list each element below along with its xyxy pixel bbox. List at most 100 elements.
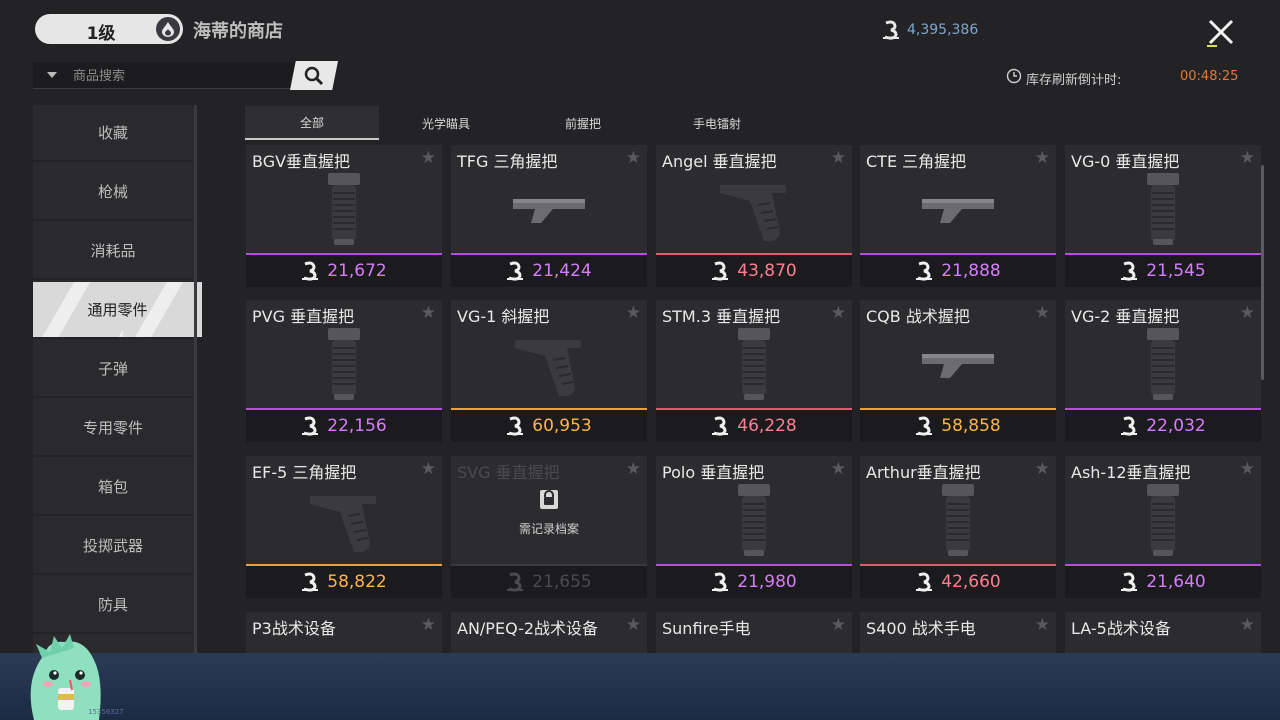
favorite-star-icon[interactable]: ★: [1035, 615, 1050, 635]
shop-item-card[interactable]: P3战术设备 ★: [246, 612, 442, 658]
currency-icon: [507, 416, 524, 436]
favorite-star-icon[interactable]: ★: [626, 148, 641, 168]
favorite-star-icon[interactable]: ★: [831, 615, 846, 635]
favorite-star-icon[interactable]: ★: [831, 148, 846, 168]
item-name: BGV垂直握把: [252, 152, 351, 171]
sidebar-item[interactable]: 收藏: [33, 105, 193, 162]
grid-scrollbar[interactable]: [1261, 165, 1264, 380]
sidebar-item-label: 通用零件: [87, 301, 148, 319]
shop-item-card[interactable]: TFG 三角握把 ★ 21,424: [451, 145, 647, 287]
favorite-star-icon[interactable]: ★: [1035, 459, 1050, 479]
favorite-star-icon[interactable]: ★: [626, 459, 641, 479]
item-name: AN/PEQ-2战术设备: [457, 619, 599, 638]
favorite-star-icon[interactable]: ★: [421, 303, 436, 323]
shop-item-card[interactable]: Ash-12垂直握把 ★ 21,640: [1065, 456, 1261, 598]
favorite-star-icon[interactable]: ★: [831, 303, 846, 323]
shop-item-card[interactable]: S400 战术手电 ★: [860, 612, 1056, 658]
filter-dropdown-icon[interactable]: [47, 72, 57, 78]
item-price: 58,858: [941, 416, 1001, 436]
favorite-star-icon[interactable]: ★: [1035, 303, 1050, 323]
item-name: EF-5 三角握把: [252, 463, 357, 482]
favorite-star-icon[interactable]: ★: [421, 148, 436, 168]
item-name: Arthur垂直握把: [866, 463, 981, 482]
item-price: 43,870: [737, 261, 797, 281]
sidebar-item[interactable]: 枪械: [33, 164, 193, 221]
search-icon: [304, 66, 324, 85]
sidebar-item[interactable]: 箱包: [33, 459, 193, 516]
shop-item-card[interactable]: STM.3 垂直握把 ★ 46,228: [656, 300, 852, 442]
favorite-star-icon[interactable]: ★: [421, 615, 436, 635]
favorite-star-icon[interactable]: ★: [1240, 148, 1255, 168]
favorite-star-icon[interactable]: ★: [831, 459, 846, 479]
sidebar-item[interactable]: 专用零件: [33, 400, 193, 457]
close-icon: [1207, 19, 1234, 47]
item-name: LA-5战术设备: [1071, 619, 1171, 638]
item-price: 21,424: [532, 261, 592, 281]
tab[interactable]: 全部: [245, 106, 379, 140]
favorite-star-icon[interactable]: ★: [626, 303, 641, 323]
price-box: 21,980: [656, 566, 852, 598]
shop-item-card[interactable]: VG-0 垂直握把 ★ 21,545: [1065, 145, 1261, 287]
sidebar-item[interactable]: 子弹: [33, 341, 193, 398]
locked-overlay: 需记录档案: [451, 486, 647, 537]
favorite-star-icon[interactable]: ★: [1035, 148, 1050, 168]
item-price: 58,822: [327, 572, 387, 592]
shop-item-card[interactable]: VG-1 斜握把 ★ 60,953: [451, 300, 647, 442]
clock-icon: [1006, 68, 1022, 88]
tab[interactable]: 手电镭射: [650, 106, 784, 140]
search-button[interactable]: [290, 61, 338, 90]
item-name: Ash-12垂直握把: [1071, 463, 1191, 482]
currency-icon: [507, 261, 524, 281]
shop-item-card[interactable]: SVG 垂直握把 ★ 需记录档案 21,655: [451, 456, 647, 598]
price-box: 43,870: [656, 255, 852, 287]
price-box: 21,655: [451, 566, 647, 598]
tab[interactable]: 光学瞄具: [379, 106, 513, 140]
item-price: 21,672: [327, 261, 387, 281]
shop-item-card[interactable]: Polo 垂直握把 ★ 21,980: [656, 456, 852, 598]
item-price: 22,032: [1146, 416, 1206, 436]
price-box: 42,660: [860, 566, 1056, 598]
shop-item-card[interactable]: AN/PEQ-2战术设备 ★: [451, 612, 647, 658]
shop-item-card[interactable]: BGV垂直握把 ★ 21,672: [246, 145, 442, 287]
shop-item-card[interactable]: LA-5战术设备 ★: [1065, 612, 1261, 658]
vertical-grip-icon: [1115, 482, 1211, 560]
favorite-star-icon[interactable]: ★: [626, 615, 641, 635]
vertical-grip-icon: [706, 326, 802, 404]
price-box: 22,156: [246, 410, 442, 442]
search-input[interactable]: [73, 66, 283, 86]
shop-item-card[interactable]: VG-2 垂直握把 ★ 22,032: [1065, 300, 1261, 442]
item-name: VG-2 垂直握把: [1071, 307, 1180, 326]
shop-item-card[interactable]: Sunfire手电 ★: [656, 612, 852, 658]
favorite-star-icon[interactable]: ★: [1240, 459, 1255, 479]
close-button[interactable]: [1203, 14, 1239, 50]
currency-icon: [916, 572, 933, 592]
item-price: 21,640: [1146, 572, 1206, 592]
shop-item-card[interactable]: EF-5 三角握把 ★ 58,822: [246, 456, 442, 598]
sidebar-item-label: 箱包: [97, 478, 128, 496]
favorite-star-icon[interactable]: ★: [1240, 615, 1255, 635]
shop-item-card[interactable]: CTE 三角握把 ★ 21,888: [860, 145, 1056, 287]
price-box: 21,640: [1065, 566, 1261, 598]
currency-icon: [302, 416, 319, 436]
sidebar-item-label: 防具: [97, 596, 128, 614]
shop-item-card[interactable]: Arthur垂直握把 ★ 42,660: [860, 456, 1056, 598]
shop-item-card[interactable]: Angel 垂直握把 ★ 43,870: [656, 145, 852, 287]
currency-icon: [1121, 261, 1138, 281]
tab[interactable]: 前握把: [516, 106, 650, 140]
sidebar-item[interactable]: 通用零件: [33, 282, 202, 339]
sidebar-item[interactable]: 投掷武器: [33, 518, 193, 575]
item-name: S400 战术手电: [866, 619, 976, 638]
sidebar-item-label: 收藏: [97, 124, 128, 142]
vertical-grip-icon: [1115, 326, 1211, 404]
item-price: 60,953: [532, 416, 592, 436]
sidebar-scrollbar[interactable]: [194, 105, 197, 660]
shop-item-card[interactable]: CQB 战术握把 ★ 58,858: [860, 300, 1056, 442]
shop-item-card[interactable]: PVG 垂直握把 ★ 22,156: [246, 300, 442, 442]
vertical-grip-icon: [910, 482, 1006, 560]
favorite-star-icon[interactable]: ★: [421, 459, 436, 479]
sidebar-item[interactable]: 消耗品: [33, 223, 193, 280]
currency-icon: [302, 572, 319, 592]
item-name: PVG 垂直握把: [252, 307, 355, 326]
item-name: P3战术设备: [252, 619, 336, 638]
favorite-star-icon[interactable]: ★: [1240, 303, 1255, 323]
